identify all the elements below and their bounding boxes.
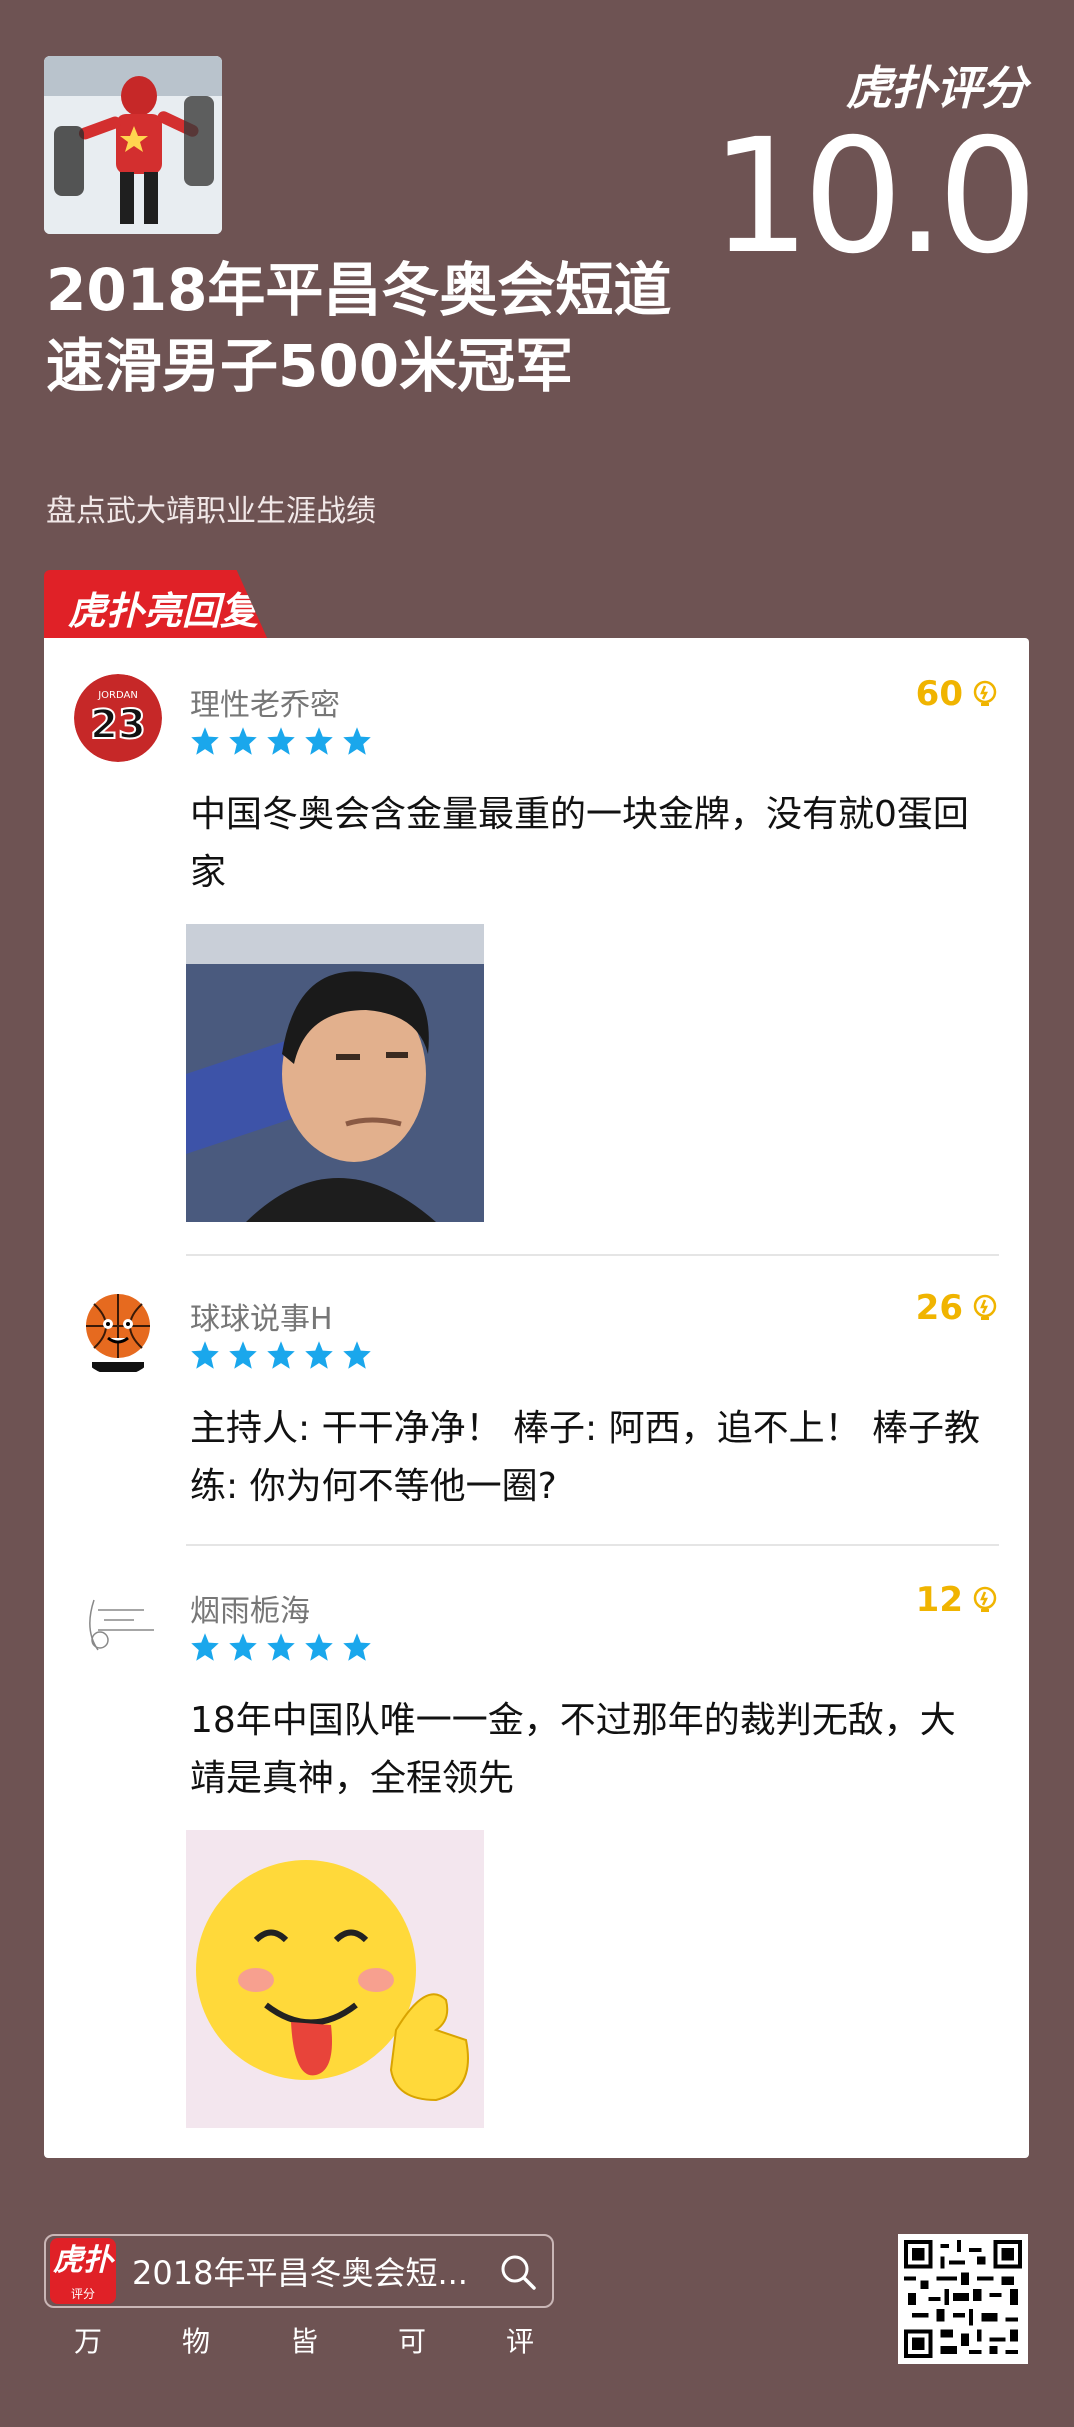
yao-ming-face-image xyxy=(186,924,484,1222)
comment-username[interactable]: 球球说事H xyxy=(190,1294,333,1338)
star-icon xyxy=(343,727,371,755)
slogan-char: 物 xyxy=(181,2325,210,2358)
star-icon xyxy=(191,727,219,755)
search-icon[interactable] xyxy=(498,2252,538,2292)
star-rating xyxy=(190,726,372,756)
like-count-value: 60 xyxy=(915,674,963,714)
tongue-out-emoji-image xyxy=(186,1830,484,2128)
like-count[interactable]: 12 xyxy=(916,1580,999,1620)
star-icon xyxy=(305,1341,333,1369)
comment-text: 主持人: 干干净净！ 棒子: 阿西，追不上！ 棒子教练: 你为何不等他一圈? xyxy=(190,1408,981,1507)
comment-image[interactable] xyxy=(186,924,484,1222)
like-count[interactable]: 26 xyxy=(916,1288,999,1328)
star-icon xyxy=(191,1341,219,1369)
comment-text: 中国冬奥会含金量最重的一块金牌，没有就0蛋回家 xyxy=(190,794,969,893)
hot-replies-label: 虎扑亮回复 xyxy=(68,588,259,633)
page-title: 2018年平昌冬奥会短道速滑男子500米冠军 xyxy=(46,256,672,400)
star-icon xyxy=(267,1341,295,1369)
slogan-char: 皆 xyxy=(289,2325,318,2358)
hot-replies-tag: 虎扑亮回复 xyxy=(44,570,268,640)
slogan-char: 万 xyxy=(74,2325,103,2358)
star-rating xyxy=(190,1632,372,1662)
hupu-app-logo: 虎扑 评分 xyxy=(50,2238,116,2304)
jordan-jersey-icon: JORDAN 23 xyxy=(74,674,162,762)
comment-divider xyxy=(186,1254,999,1256)
star-icon xyxy=(267,1633,295,1661)
star-icon xyxy=(343,1341,371,1369)
star-rating xyxy=(190,1340,372,1370)
svg-text:JORDAN: JORDAN xyxy=(97,690,138,701)
lightbulb-icon xyxy=(973,680,997,706)
like-count[interactable]: 60 xyxy=(916,674,999,714)
star-icon xyxy=(229,1341,257,1369)
svg-text:23: 23 xyxy=(90,702,146,748)
overall-score: 10.0 xyxy=(710,105,1038,289)
star-icon xyxy=(305,727,333,755)
comment-username[interactable]: 烟雨栀海 xyxy=(190,1586,310,1630)
topic-thumbnail xyxy=(44,56,222,234)
slogan-char: 可 xyxy=(397,2325,426,2358)
comments-card: JORDAN 23 理性老乔密 60 中国冬奥会含金量最重的一块金牌，没有就0蛋… xyxy=(44,638,1029,2158)
search-text[interactable]: 2018年平昌冬奥会短... xyxy=(132,2248,482,2294)
qr-code-icon xyxy=(904,2240,1022,2358)
star-icon xyxy=(229,1633,257,1661)
comment-text: 18年中国队唯一一金，不过那年的裁判无敌，大靖是真神，全程领先 xyxy=(190,1700,956,1799)
comment-username[interactable]: 理性老乔密 xyxy=(190,680,340,724)
star-icon xyxy=(267,727,295,755)
slogan: 万 物 皆 可 评 xyxy=(74,2320,534,2360)
star-icon xyxy=(229,727,257,755)
page-subtitle: 盘点武大靖职业生涯战绩 xyxy=(46,494,376,529)
user-avatar[interactable] xyxy=(74,1580,162,1668)
app-logo-text: 虎扑 xyxy=(53,2243,113,2278)
sketch-avatar-icon xyxy=(74,1580,162,1668)
lightbulb-icon xyxy=(973,1586,997,1612)
star-icon xyxy=(305,1633,333,1661)
basketball-avatar-icon xyxy=(74,1288,162,1376)
user-avatar[interactable]: JORDAN 23 xyxy=(74,674,162,762)
comment-image[interactable] xyxy=(186,1830,484,2128)
search-bar[interactable]: 虎扑 评分 2018年平昌冬奥会短... xyxy=(44,2234,554,2308)
qr-code[interactable] xyxy=(898,2234,1028,2364)
user-avatar[interactable] xyxy=(74,1288,162,1376)
like-count-value: 26 xyxy=(915,1288,963,1328)
slogan-char: 评 xyxy=(505,2325,534,2358)
star-icon xyxy=(343,1633,371,1661)
comment-divider xyxy=(186,1544,999,1546)
star-icon xyxy=(191,1633,219,1661)
lightbulb-icon xyxy=(973,1294,997,1320)
like-count-value: 12 xyxy=(915,1580,963,1620)
app-logo-subtext: 评分 xyxy=(70,2287,95,2301)
